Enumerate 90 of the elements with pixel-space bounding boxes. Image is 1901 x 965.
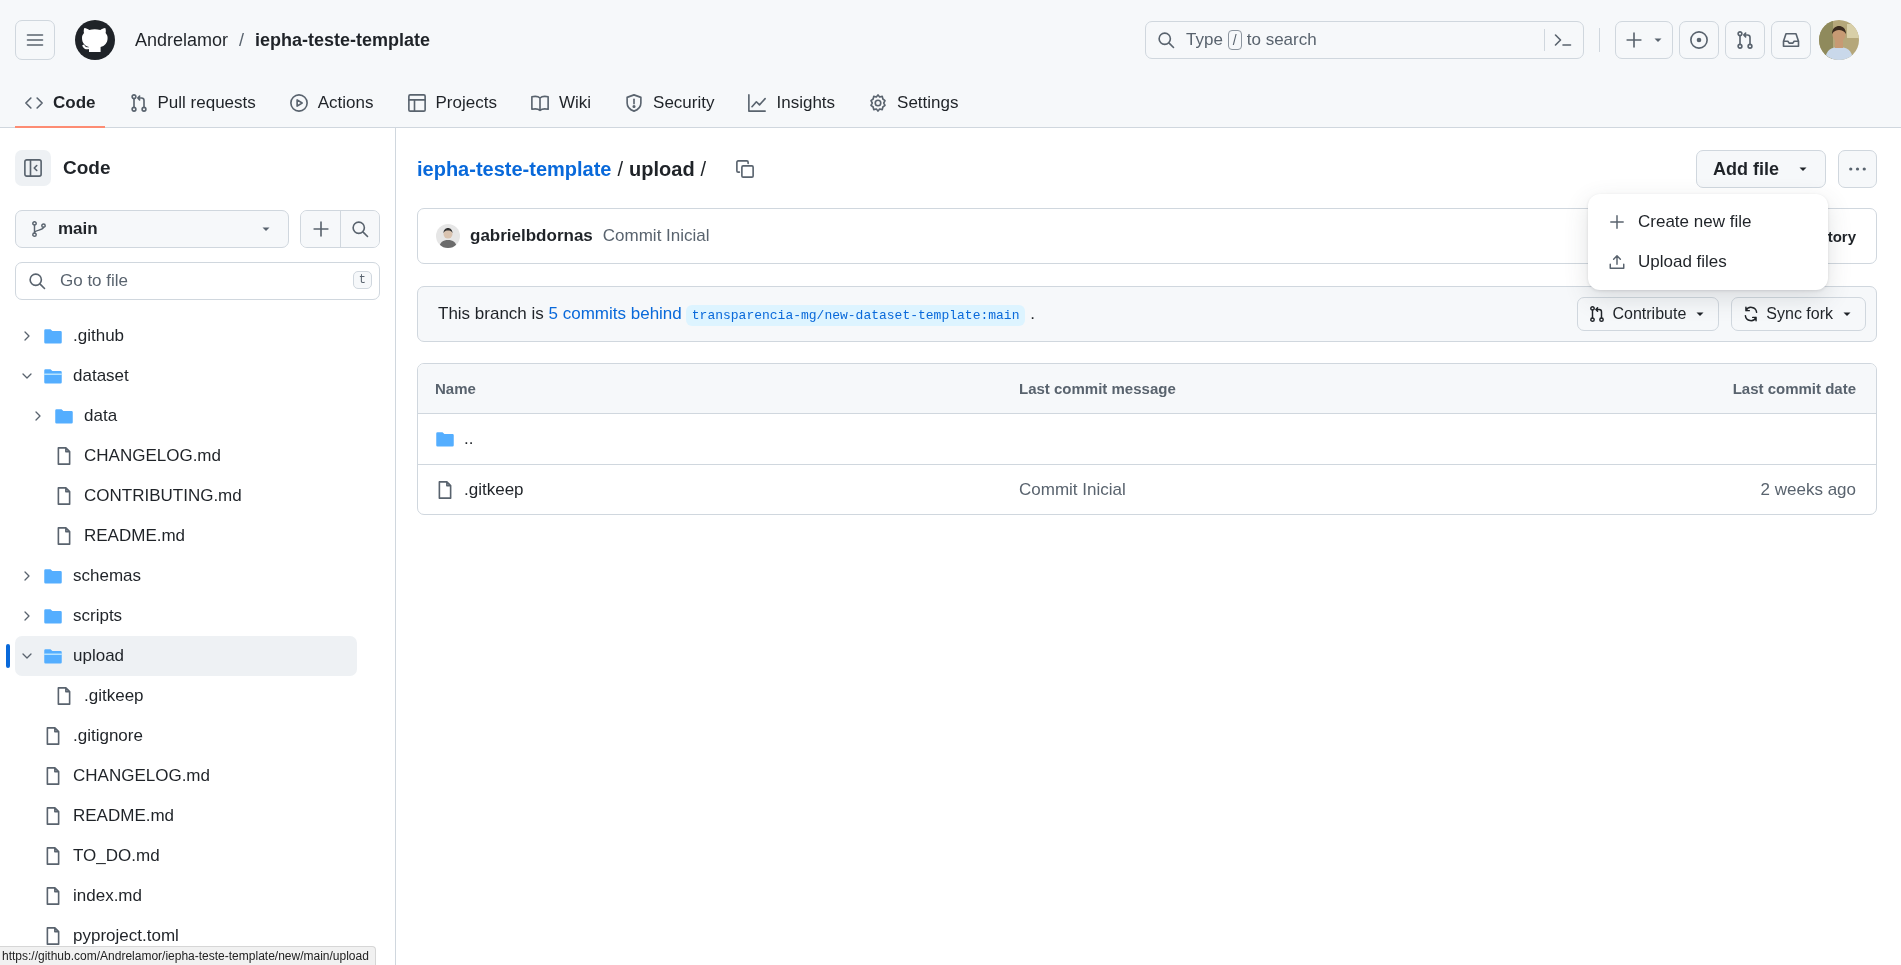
search-icon — [350, 219, 370, 239]
menu-button[interactable] — [15, 20, 55, 60]
plus-icon — [1608, 213, 1626, 231]
repo-link[interactable]: iepha-teste-template — [255, 29, 431, 51]
issues-button[interactable] — [1679, 21, 1719, 59]
search-button[interactable] — [340, 211, 379, 247]
tree-item[interactable]: CHANGELOG.md — [15, 436, 357, 476]
link-url-tooltip: https://github.com/Andrelamor/iepha-teste-template/new/main/upload — [0, 946, 376, 965]
branch-icon — [30, 220, 48, 238]
tree-item[interactable]: data — [15, 396, 357, 436]
branch-button[interactable]: main — [15, 210, 289, 248]
nav-tab[interactable]: Projects — [397, 80, 506, 128]
nav-tab[interactable]: Settings — [859, 80, 968, 128]
path-separator: / — [617, 157, 624, 181]
commit-message-link[interactable]: Commit Inicial — [1019, 479, 1126, 499]
book-icon — [529, 93, 550, 113]
pull-requests-button[interactable] — [1725, 21, 1765, 59]
open-folder-icon — [43, 646, 63, 666]
column-header: Name — [435, 380, 477, 397]
search-icon — [27, 271, 47, 291]
create-button[interactable] — [1615, 21, 1673, 59]
shield-icon — [624, 93, 645, 113]
tree-item[interactable]: scripts — [15, 596, 357, 636]
gear-icon — [868, 93, 889, 113]
upstream-branch-link[interactable]: transparencia-mg/new-dataset-template:main — [685, 305, 1026, 326]
search-field[interactable]: Type / to search — [1145, 21, 1584, 59]
pull-request-icon — [1735, 30, 1755, 50]
folder-icon — [43, 606, 63, 626]
nav-tab[interactable]: Pull requests — [119, 80, 265, 128]
nav-tab[interactable]: Security — [615, 80, 724, 128]
tree-item[interactable]: TO_DO.md — [15, 836, 357, 876]
history-link[interactable]: tory — [1827, 227, 1856, 245]
commit-message: Commit Inicial — [602, 226, 710, 246]
tree-item[interactable]: CONTRIBUTING.md — [15, 476, 357, 516]
play-icon — [288, 93, 309, 113]
column-header: Last commit date — [1732, 380, 1856, 397]
menu-item[interactable]: Create new file — [1596, 202, 1820, 242]
plus-icon — [310, 219, 331, 239]
nav-tab[interactable]: Wiki — [520, 80, 601, 128]
contribute-button[interactable]: Contribute — [1577, 297, 1720, 331]
tree-item[interactable]: README.md — [15, 516, 357, 556]
sync-fork-button[interactable]: Sync fork — [1731, 297, 1866, 331]
menu-item[interactable]: Upload files — [1596, 242, 1820, 282]
nav-tab[interactable]: Code — [15, 80, 105, 128]
open-folder-icon — [43, 366, 63, 386]
tree-item[interactable]: .github — [15, 316, 357, 356]
search-icon — [1156, 30, 1176, 50]
owner-link[interactable]: Andrelamor — [135, 29, 229, 51]
repo-link[interactable]: iepha-teste-template — [417, 157, 612, 181]
tree-item[interactable]: CHANGELOG.md — [15, 756, 357, 796]
sidebar-title: Code — [63, 157, 111, 179]
tree-item[interactable]: README.md — [15, 796, 357, 836]
current-folder: upload — [629, 157, 695, 181]
tree-item[interactable]: .gitignore — [15, 716, 357, 756]
tree-item[interactable]: .gitkeep — [15, 676, 357, 716]
table-icon — [406, 93, 427, 113]
pull-request-icon — [128, 93, 149, 113]
selection-bar — [6, 644, 10, 668]
folder-icon — [43, 326, 63, 346]
commits-behind-link[interactable]: 5 commits behind — [548, 304, 682, 323]
pull-request-icon — [1588, 305, 1607, 323]
panel-button[interactable] — [15, 150, 51, 186]
path-separator: / — [239, 29, 245, 51]
folder-icon — [54, 406, 74, 426]
kebab-icon — [1849, 167, 1866, 171]
tree-item[interactable]: dataset — [15, 356, 357, 396]
nav-tab[interactable]: Insights — [738, 80, 845, 128]
parent-directory-link[interactable]: .. — [464, 429, 474, 449]
plus-icon — [1624, 30, 1644, 50]
inbox-icon — [1781, 30, 1801, 50]
graph-icon — [747, 93, 768, 113]
file-link[interactable]: .gitkeep — [464, 479, 524, 500]
add-file-button[interactable]: Add file — [1696, 150, 1826, 188]
upload-icon — [1608, 253, 1626, 271]
column-header: Last commit message — [1019, 380, 1177, 397]
tree-item[interactable]: index.md — [15, 876, 357, 916]
path-separator: / — [700, 157, 707, 181]
copy-icon — [735, 159, 756, 179]
folder-icon — [435, 429, 455, 449]
nav-tab[interactable]: Actions — [279, 80, 383, 128]
cat-logo[interactable] — [75, 20, 115, 60]
fork-status-text: This branch is 5 commits behind transparencia-mg/new-dataset-template:main . — [438, 304, 1566, 324]
folder-icon — [43, 566, 63, 586]
circle-dot-icon — [1689, 30, 1709, 50]
tree-item[interactable]: schemas — [15, 556, 357, 596]
inbox-button[interactable] — [1771, 21, 1811, 59]
panel-icon — [23, 158, 43, 178]
shortcut-key: / — [1227, 30, 1242, 50]
commit-date: 2 weeks ago — [1760, 479, 1856, 499]
commit-author[interactable]: gabrielbdornas — [470, 226, 593, 246]
